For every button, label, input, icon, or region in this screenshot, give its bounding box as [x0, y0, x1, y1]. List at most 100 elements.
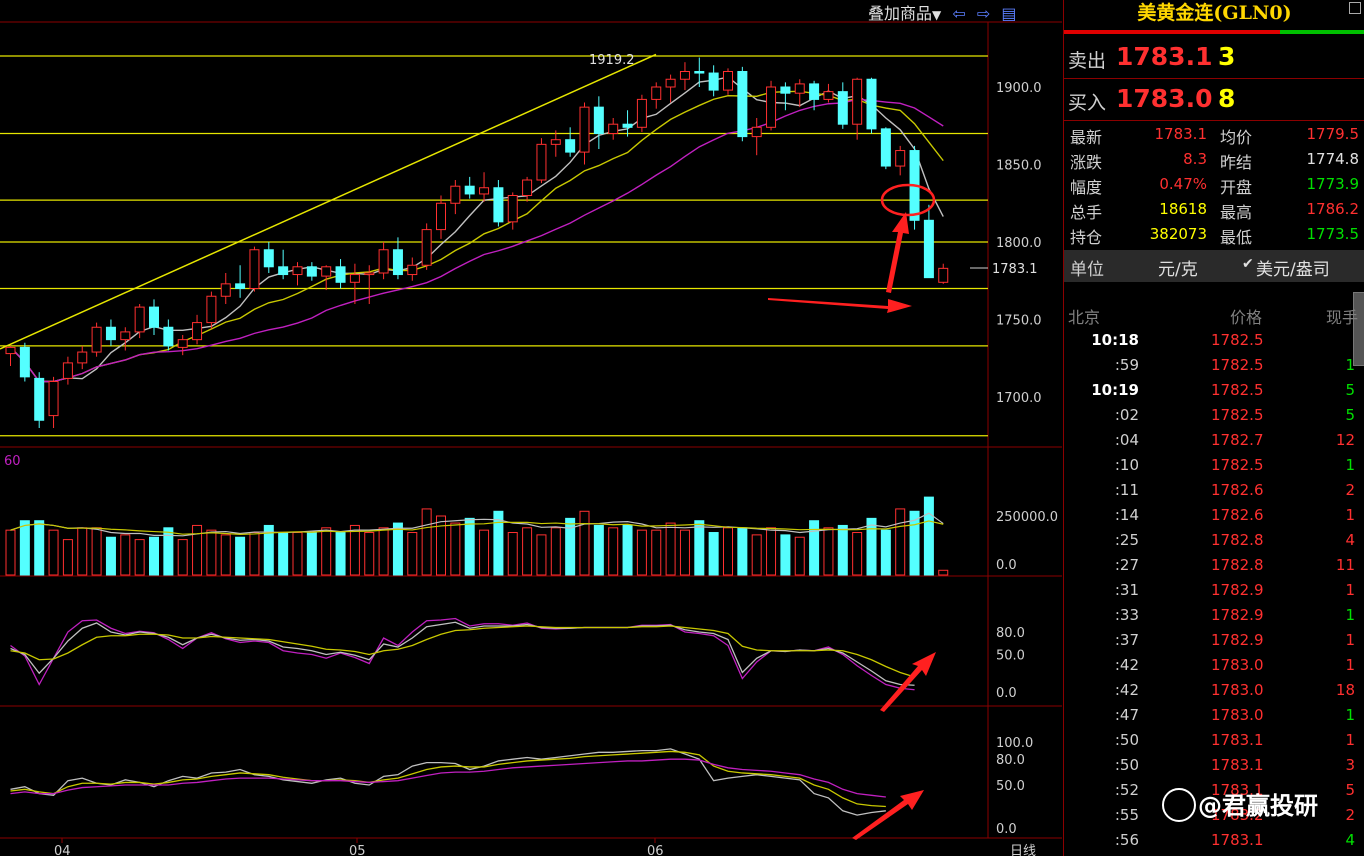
moving-averages [9, 76, 944, 383]
kline-chart[interactable]: 1900.0 1850.0 1800.0 1750.0 1700.0 250000.0 0.… [0, 0, 1062, 856]
tick-price: 1782.6 [1211, 506, 1264, 524]
stat-value: 1773.5 [1306, 225, 1360, 243]
tick-time: :33 [1114, 606, 1139, 624]
candle-body [407, 264, 418, 276]
volume-bar [766, 527, 777, 576]
price-axis-label: 1700.0 [996, 391, 1042, 406]
stat-row: 最新 1783.1 均价 1779.5 [1064, 122, 1364, 147]
tick-volume: 2 [1345, 806, 1355, 824]
volume-bar [794, 536, 805, 576]
annotation-arrow-ind2 [852, 790, 924, 840]
tick-volume: 1 [1345, 706, 1355, 724]
price-axis-label: 1900.0 [996, 81, 1042, 96]
candle-body [19, 346, 30, 378]
candle-body [206, 295, 217, 324]
candle-body [392, 249, 403, 276]
tick-price: 1783.1 [1211, 756, 1264, 774]
volume-bar [220, 534, 231, 576]
title-bar-green [1280, 30, 1364, 34]
month-label: 05 [349, 844, 366, 856]
volume-bar [105, 536, 116, 576]
tick-price: 1783.0 [1211, 656, 1264, 674]
candle-body [292, 266, 303, 276]
indicator-2-line [10, 750, 886, 808]
indicator-2-axis-label: 50.0 [996, 779, 1025, 794]
volume-bar [34, 520, 45, 576]
candle-body [809, 83, 820, 100]
overlay-instrument-button[interactable]: 叠加商品 [868, 4, 932, 23]
arrow-left-icon[interactable]: ⇦ [952, 4, 965, 23]
candle-body [794, 83, 805, 94]
stat-key: 均价 [1220, 128, 1253, 147]
candle-body [105, 326, 116, 341]
volume-bar [579, 510, 590, 576]
unit-option-yuan-gram[interactable]: 元/克 [1158, 255, 1198, 280]
tick-row: :59 1782.5 1 [1064, 353, 1364, 378]
candle-body [608, 123, 619, 134]
volume-bar [48, 529, 59, 576]
layout-icon[interactable]: ▤ [1001, 4, 1016, 23]
indicator-1-line [10, 617, 915, 691]
stat-key: 持仓 [1070, 228, 1103, 247]
volume-bar [335, 532, 346, 576]
volume-bar [608, 527, 619, 576]
unit-label: 单位 [1070, 260, 1104, 280]
candle-body [579, 106, 590, 153]
stat-row: 持仓 382073 最低 1773.5 [1064, 222, 1364, 247]
volume-bar [852, 532, 863, 576]
volume-bar [708, 532, 719, 576]
tick-price: 1782.5 [1211, 356, 1264, 374]
tick-price: 1783.1 [1211, 731, 1264, 749]
volume-bar [349, 524, 360, 576]
tick-time: :55 [1114, 806, 1139, 824]
candle-body [177, 339, 188, 348]
pin-icon[interactable] [1349, 2, 1361, 14]
ma-line [9, 76, 944, 383]
tick-row: 10:18 1782.5 [1064, 328, 1364, 353]
tick-volume: 1 [1345, 506, 1355, 524]
tick-price: 1782.6 [1211, 481, 1264, 499]
tick-price: 1782.5 [1211, 406, 1264, 424]
volume-bar [464, 517, 475, 576]
candle-body [436, 202, 446, 231]
indicator-1-axis-label: 80.0 [996, 626, 1025, 641]
tick-volume: 18 [1335, 681, 1355, 699]
tick-col-time: 北京 [1068, 308, 1101, 327]
stat-key: 最新 [1070, 128, 1103, 147]
candle-body [636, 98, 647, 128]
candle-body [522, 179, 533, 196]
indicator-2-axis-label: 0.0 [996, 822, 1017, 837]
volume-bar [651, 529, 662, 576]
watermark-text: @君赢投研 [1198, 792, 1318, 820]
caret-down-icon[interactable]: ▼ [932, 8, 941, 22]
candle-body [507, 195, 518, 223]
stat-row: 总手 18618 最高 1786.2 [1064, 197, 1364, 222]
tick-row: :50 1783.1 1 [1064, 728, 1364, 753]
stat-key: 幅度 [1070, 178, 1103, 197]
volume-bar [421, 508, 432, 576]
candle-body [48, 381, 59, 417]
candle-body [306, 266, 317, 277]
tick-time: 10:19 [1091, 381, 1139, 399]
arrow-right-icon[interactable]: ⇨ [977, 4, 990, 23]
indicator-2-lines [10, 748, 886, 816]
pane-separators [0, 21, 1062, 839]
tick-price: 1782.5 [1211, 331, 1264, 349]
volume-bar [292, 532, 303, 576]
unit-option-usd-ounce[interactable]: 美元/盎司 [1256, 255, 1330, 280]
volume-bar [192, 524, 203, 576]
tick-row: :33 1782.9 1 [1064, 603, 1364, 628]
volume-bar [206, 529, 217, 576]
volume-bar [622, 524, 633, 576]
stat-value: 1786.2 [1306, 200, 1360, 218]
candle-body [278, 266, 289, 276]
tick-price: 1782.5 [1211, 381, 1264, 399]
ma-line [9, 98, 944, 383]
candle-body [192, 322, 203, 341]
indicator-2-line [10, 758, 886, 798]
tick-row: :27 1782.8 11 [1064, 553, 1364, 578]
volume-bar [636, 529, 647, 576]
tick-price: 1782.5 [1211, 456, 1264, 474]
tick-volume: 3 [1345, 756, 1355, 774]
volume-bar [436, 515, 446, 576]
